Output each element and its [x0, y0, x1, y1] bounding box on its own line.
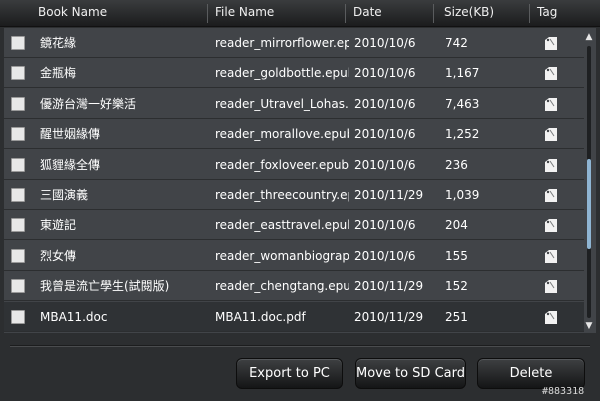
file-name-cell: reader_foxloveer.epub: [215, 158, 349, 172]
export-to-pc-button[interactable]: Export to PC: [236, 358, 343, 389]
size-cell: 204: [445, 218, 468, 232]
column-header-book-name[interactable]: Book Name: [38, 0, 198, 27]
size-cell: 7,463: [445, 97, 480, 111]
delete-button[interactable]: Delete: [477, 358, 585, 389]
tag-icon[interactable]: [544, 188, 558, 203]
tag-icon[interactable]: [544, 310, 558, 325]
column-header-tag[interactable]: Tag: [537, 0, 577, 27]
size-cell: 1,167: [445, 66, 480, 80]
table-row[interactable]: 優游台灣一好樂活 reader_Utravel_Lohas.epub 2010/10…: [4, 89, 584, 119]
book-name-cell: 醒世姻緣傳: [40, 127, 101, 141]
file-name-cell: reader_morallove.epub: [215, 127, 349, 141]
table-row[interactable]: 我曾是流亡學生(試閱版) reader_chengtang.epub 2010/11…: [4, 271, 584, 301]
row-checkbox[interactable]: [11, 66, 25, 80]
row-checkbox[interactable]: [11, 158, 25, 172]
date-cell: 2010/10/6: [354, 127, 416, 141]
scrollbar-thumb[interactable]: [587, 159, 591, 249]
book-name-cell: 三國演義: [40, 188, 89, 202]
tag-icon[interactable]: [544, 66, 558, 81]
book-name-cell: 我曾是流亡學生(試閱版): [40, 279, 170, 293]
size-cell: 742: [445, 36, 468, 50]
size-cell: 155: [445, 249, 468, 263]
size-cell: 1,252: [445, 127, 480, 141]
book-name-cell: 鏡花緣: [40, 36, 77, 50]
book-name-cell: 烈女傳: [40, 249, 77, 263]
date-cell: 2010/10/6: [354, 66, 416, 80]
book-name-cell: 狐貍緣全傳: [40, 158, 101, 172]
file-name-cell: reader_mirrorflower.epub: [215, 36, 349, 50]
file-list: 鏡花緣 reader_mirrorflower.epub 2010/10/6 742 金…: [4, 28, 596, 333]
date-cell: 2010/11/29: [354, 188, 424, 202]
column-divider[interactable]: [207, 4, 208, 23]
row-checkbox[interactable]: [11, 188, 25, 202]
tag-icon[interactable]: [544, 218, 558, 233]
tag-icon[interactable]: [544, 279, 558, 294]
scrollbar-track[interactable]: [587, 46, 591, 318]
file-name-cell: reader_Utravel_Lohas.epub: [215, 97, 349, 111]
tag-icon[interactable]: [544, 97, 558, 112]
column-header-size[interactable]: Size(KB): [444, 0, 514, 27]
separator: [10, 345, 590, 347]
date-cell: 2010/11/29: [354, 279, 424, 293]
book-name-cell: 東遊記: [40, 218, 77, 232]
tag-icon[interactable]: [544, 127, 558, 142]
size-cell: 251: [445, 310, 468, 324]
table-header: Book Name File Name Date Size(KB) Tag: [0, 0, 600, 27]
row-checkbox[interactable]: [11, 249, 25, 263]
size-cell: 152: [445, 279, 468, 293]
date-cell: 2010/10/6: [354, 218, 416, 232]
table-row[interactable]: 烈女傳 reader_womanbiography.epub 2010/10/6 15…: [4, 241, 584, 271]
row-checkbox[interactable]: [11, 310, 25, 324]
scroll-up-arrow-icon[interactable]: ▲: [584, 32, 594, 42]
table-row[interactable]: 鏡花緣 reader_mirrorflower.epub 2010/10/6 742: [4, 28, 584, 58]
date-cell: 2010/11/29: [354, 310, 424, 324]
book-name-cell: MBA11.doc: [40, 310, 108, 324]
watermark: #883318: [542, 386, 585, 397]
book-name-cell: 金瓶梅: [40, 66, 77, 80]
file-name-cell: reader_easttravel.epub: [215, 218, 349, 232]
file-manager-window: Book Name File Name Date Size(KB) Tag 鏡花…: [0, 0, 600, 401]
table-row[interactable]: MBA11.doc MBA11.doc.pdf 2010/11/29 251: [4, 302, 584, 332]
file-name-cell: reader_goldbottle.epub: [215, 66, 349, 80]
table-row[interactable]: 東遊記 reader_easttravel.epub 2010/10/6 204: [4, 210, 584, 240]
scroll-down-arrow-icon[interactable]: ▼: [584, 321, 594, 331]
file-name-cell: MBA11.doc.pdf: [215, 310, 306, 324]
vertical-scrollbar[interactable]: ▲ ▼: [584, 32, 594, 332]
column-divider[interactable]: [529, 4, 530, 23]
size-cell: 236: [445, 158, 468, 172]
book-name-cell: 優游台灣一好樂活: [40, 97, 137, 111]
table-row[interactable]: 狐貍緣全傳 reader_foxloveer.epub 2010/10/6 236: [4, 150, 584, 180]
date-cell: 2010/10/6: [354, 97, 416, 111]
date-cell: 2010/10/6: [354, 36, 416, 50]
row-checkbox[interactable]: [11, 127, 25, 141]
column-header-date[interactable]: Date: [353, 0, 423, 27]
size-cell: 1,039: [445, 188, 480, 202]
row-checkbox[interactable]: [11, 279, 25, 293]
table-row[interactable]: 醒世姻緣傳 reader_morallove.epub 2010/10/6 1,252: [4, 119, 584, 149]
row-checkbox[interactable]: [11, 218, 25, 232]
row-checkbox[interactable]: [11, 36, 25, 50]
tag-icon[interactable]: [544, 249, 558, 264]
row-checkbox[interactable]: [11, 97, 25, 111]
date-cell: 2010/10/6: [354, 249, 416, 263]
table-row[interactable]: 三國演義 reader_threecountry.epub 2010/11/29 1,…: [4, 180, 584, 210]
column-header-file-name[interactable]: File Name: [215, 0, 335, 27]
file-name-cell: reader_threecountry.epub: [215, 188, 349, 202]
date-cell: 2010/10/6: [354, 158, 416, 172]
file-name-cell: reader_womanbiography.epub: [215, 249, 349, 263]
column-divider[interactable]: [345, 4, 346, 23]
table-row[interactable]: 金瓶梅 reader_goldbottle.epub 2010/10/6 1,167: [4, 58, 584, 88]
move-to-sd-card-button[interactable]: Move to SD Card: [355, 358, 466, 389]
column-divider[interactable]: [433, 4, 434, 23]
tag-icon[interactable]: [544, 36, 558, 51]
tag-icon[interactable]: [544, 158, 558, 173]
file-name-cell: reader_chengtang.epub: [215, 279, 349, 293]
